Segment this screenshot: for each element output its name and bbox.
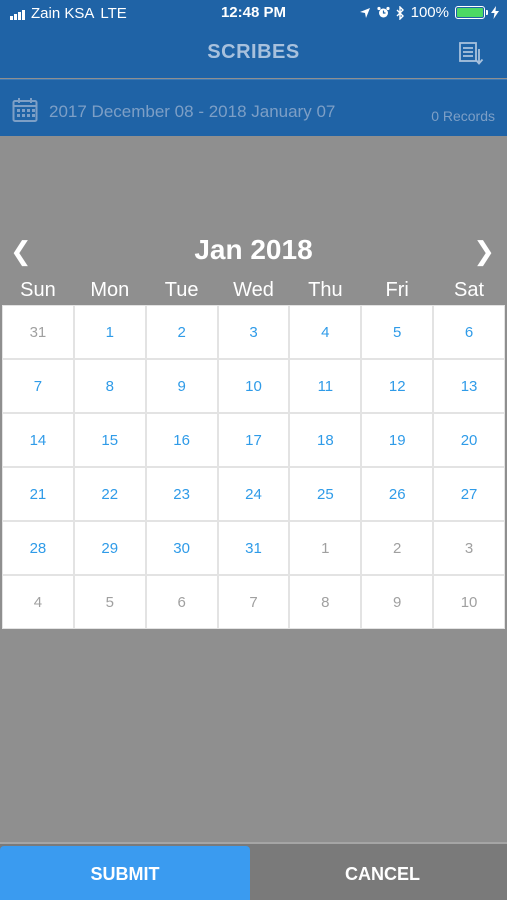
weekday-wed: Wed <box>233 279 274 301</box>
calendar-day-cell[interactable]: 23 <box>146 468 217 520</box>
weekday-mon: Mon <box>90 279 130 301</box>
calendar-day-cell[interactable]: 22 <box>74 468 145 520</box>
calendar-day-cell[interactable]: 9 <box>146 360 217 412</box>
calendar-day-cell[interactable]: 3 <box>218 306 289 358</box>
calendar-day-cell[interactable]: 2 <box>146 306 217 358</box>
calendar-day-cell[interactable]: 24 <box>218 468 289 520</box>
weekday-sat: Sat <box>454 279 485 301</box>
submit-button[interactable]: SUBMIT <box>0 846 250 900</box>
bluetooth-icon <box>396 5 404 20</box>
calendar-day-cell[interactable]: 5 <box>74 576 145 628</box>
battery-full-icon <box>455 6 488 19</box>
calendar-grid: 31 1 2 3 4 5 6 7 8 9 10 11 12 13 14 15 16 17 18 19 20 21 22 23 2… <box>2 305 505 629</box>
calendar-day-cell[interactable]: 4 <box>290 306 361 358</box>
cancel-button[interactable]: CANCEL <box>258 846 507 900</box>
next-month-button[interactable]: ❯ <box>473 236 495 267</box>
calendar-day-cell[interactable]: 10 <box>218 360 289 412</box>
calendar-day-cell[interactable]: 26 <box>362 468 433 520</box>
calendar-day-cell[interactable]: 2 <box>362 522 433 574</box>
page-title: SCRIBES <box>207 41 300 63</box>
calendar-day-cell[interactable]: 21 <box>3 468 73 520</box>
calendar-day-cell[interactable]: 9 <box>362 576 433 628</box>
calendar-day-cell[interactable]: 5 <box>362 306 433 358</box>
calendar-day-cell[interactable]: 17 <box>218 414 289 466</box>
calendar-day-cell[interactable]: 10 <box>434 576 504 628</box>
location-arrow-icon <box>359 7 370 18</box>
calendar-day-cell[interactable]: 11 <box>290 360 361 412</box>
battery-label: 100% <box>410 4 449 21</box>
calendar-day-cell[interactable]: 29 <box>74 522 145 574</box>
calendar-day-cell[interactable]: 4 <box>3 576 73 628</box>
calendar-day-cell[interactable]: 18 <box>290 414 361 466</box>
calendar-day-cell[interactable]: 25 <box>290 468 361 520</box>
status-right: 100% <box>359 4 499 21</box>
sort-list-icon[interactable] <box>457 39 485 67</box>
weekday-sun: Sun <box>20 279 56 301</box>
date-range-bar[interactable]: 2017 December 08 - 2018 January 07 0 Rec… <box>0 79 507 136</box>
calendar-day-cell[interactable]: 1 <box>290 522 361 574</box>
calendar-day-cell[interactable]: 19 <box>362 414 433 466</box>
calendar-day-cell[interactable]: 28 <box>3 522 73 574</box>
calendar-day-cell[interactable]: 27 <box>434 468 504 520</box>
calendar-day-cell[interactable]: 1 <box>74 306 145 358</box>
status-bar: Zain KSA LTE 12:48 PM 100% <box>0 0 507 28</box>
records-count: 0 Records <box>431 108 495 124</box>
month-title: Jan 2018 <box>194 234 313 265</box>
weekday-thu: Thu <box>308 279 343 301</box>
calendar-day-cell[interactable]: 31 <box>218 522 289 574</box>
weekday-fri: Fri <box>385 279 409 301</box>
calendar-day-cell[interactable]: 8 <box>74 360 145 412</box>
calendar-icon <box>12 98 38 122</box>
calendar-day-cell[interactable]: 7 <box>3 360 73 412</box>
calendar-header: ❮ Jan 2018 ❯ <box>0 232 507 272</box>
calendar-day-cell[interactable]: 7 <box>218 576 289 628</box>
alarm-clock-icon <box>377 6 390 18</box>
calendar-day-cell[interactable]: 13 <box>434 360 504 412</box>
footer-bar: SUBMIT CANCEL <box>0 842 507 900</box>
calendar-day-cell[interactable]: 30 <box>146 522 217 574</box>
calendar-day-cell[interactable]: 12 <box>362 360 433 412</box>
calendar-day-cell[interactable]: 6 <box>146 576 217 628</box>
calendar-day-cell[interactable]: 8 <box>290 576 361 628</box>
calendar-day-cell[interactable]: 20 <box>434 414 504 466</box>
calendar-day-cell[interactable]: 3 <box>434 522 504 574</box>
calendar-day-cell[interactable]: 15 <box>74 414 145 466</box>
weekday-header: Sun Mon Tue Wed Thu Fri Sat <box>2 279 505 302</box>
weekday-tue: Tue <box>164 279 199 301</box>
calendar-day-cell[interactable]: 6 <box>434 306 504 358</box>
calendar-day-cell[interactable]: 14 <box>3 414 73 466</box>
calendar-day-cell[interactable]: 16 <box>146 414 217 466</box>
charging-bolt-icon <box>491 6 499 19</box>
nav-bar: SCRIBES <box>0 28 507 78</box>
date-range-text: 2017 December 08 - 2018 January 07 <box>49 102 336 121</box>
calendar-day-cell[interactable]: 31 <box>3 306 73 358</box>
